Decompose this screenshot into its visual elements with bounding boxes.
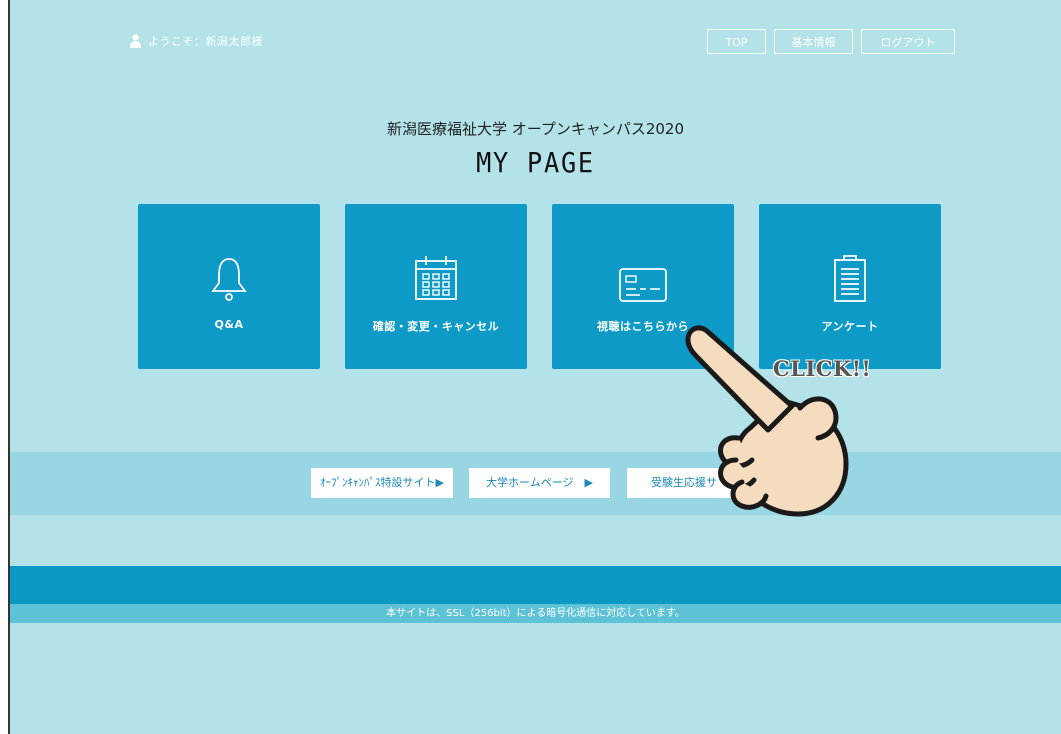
clipboard-icon: [834, 255, 866, 302]
welcome-message: ようこそ：新潟太郎様: [130, 33, 263, 49]
tile-qa[interactable]: Q&A: [138, 204, 320, 369]
footer-bar: [10, 566, 1061, 604]
tile-confirm-label: 確認・変更・キャンセル: [372, 320, 500, 333]
page-frame: ようこそ：新潟太郎様 TOP 基本情報 ログアウト 新潟医療福祉大学 オープンキ…: [8, 0, 1061, 734]
nav-logout-button[interactable]: ログアウト: [861, 29, 955, 54]
university-homepage-link[interactable]: 大学ホームページ ▶: [469, 468, 610, 498]
nav-top-button[interactable]: TOP: [707, 29, 766, 54]
pointing-hand-icon: [685, 325, 849, 517]
page-subtitle: 新潟医療福祉大学 オープンキャンパス2020: [386, 120, 685, 138]
card-icon: [619, 268, 667, 302]
top-nav: TOP 基本情報 ログアウト: [707, 29, 955, 54]
open-campus-site-link[interactable]: ｵｰﾌﾟﾝｷｬﾝﾊﾟｽ特設サイト▶: [311, 468, 453, 498]
nav-basic-info-button[interactable]: 基本情報: [774, 29, 853, 54]
tile-qa-label: Q&A: [214, 318, 244, 331]
calendar-icon: [415, 256, 457, 300]
welcome-text: ようこそ：新潟太郎様: [148, 35, 263, 48]
user-icon: [130, 34, 141, 48]
tile-confirm-change-cancel[interactable]: 確認・変更・キャンセル: [345, 204, 527, 369]
bell-icon: [211, 258, 247, 301]
tile-watch-label: 視聴はこちらから: [597, 320, 689, 333]
page-title: MY PAGE: [476, 146, 595, 179]
ssl-notice: 本サイトは、SSL（256bit）による暗号化通信に対応しています。: [10, 604, 1061, 623]
